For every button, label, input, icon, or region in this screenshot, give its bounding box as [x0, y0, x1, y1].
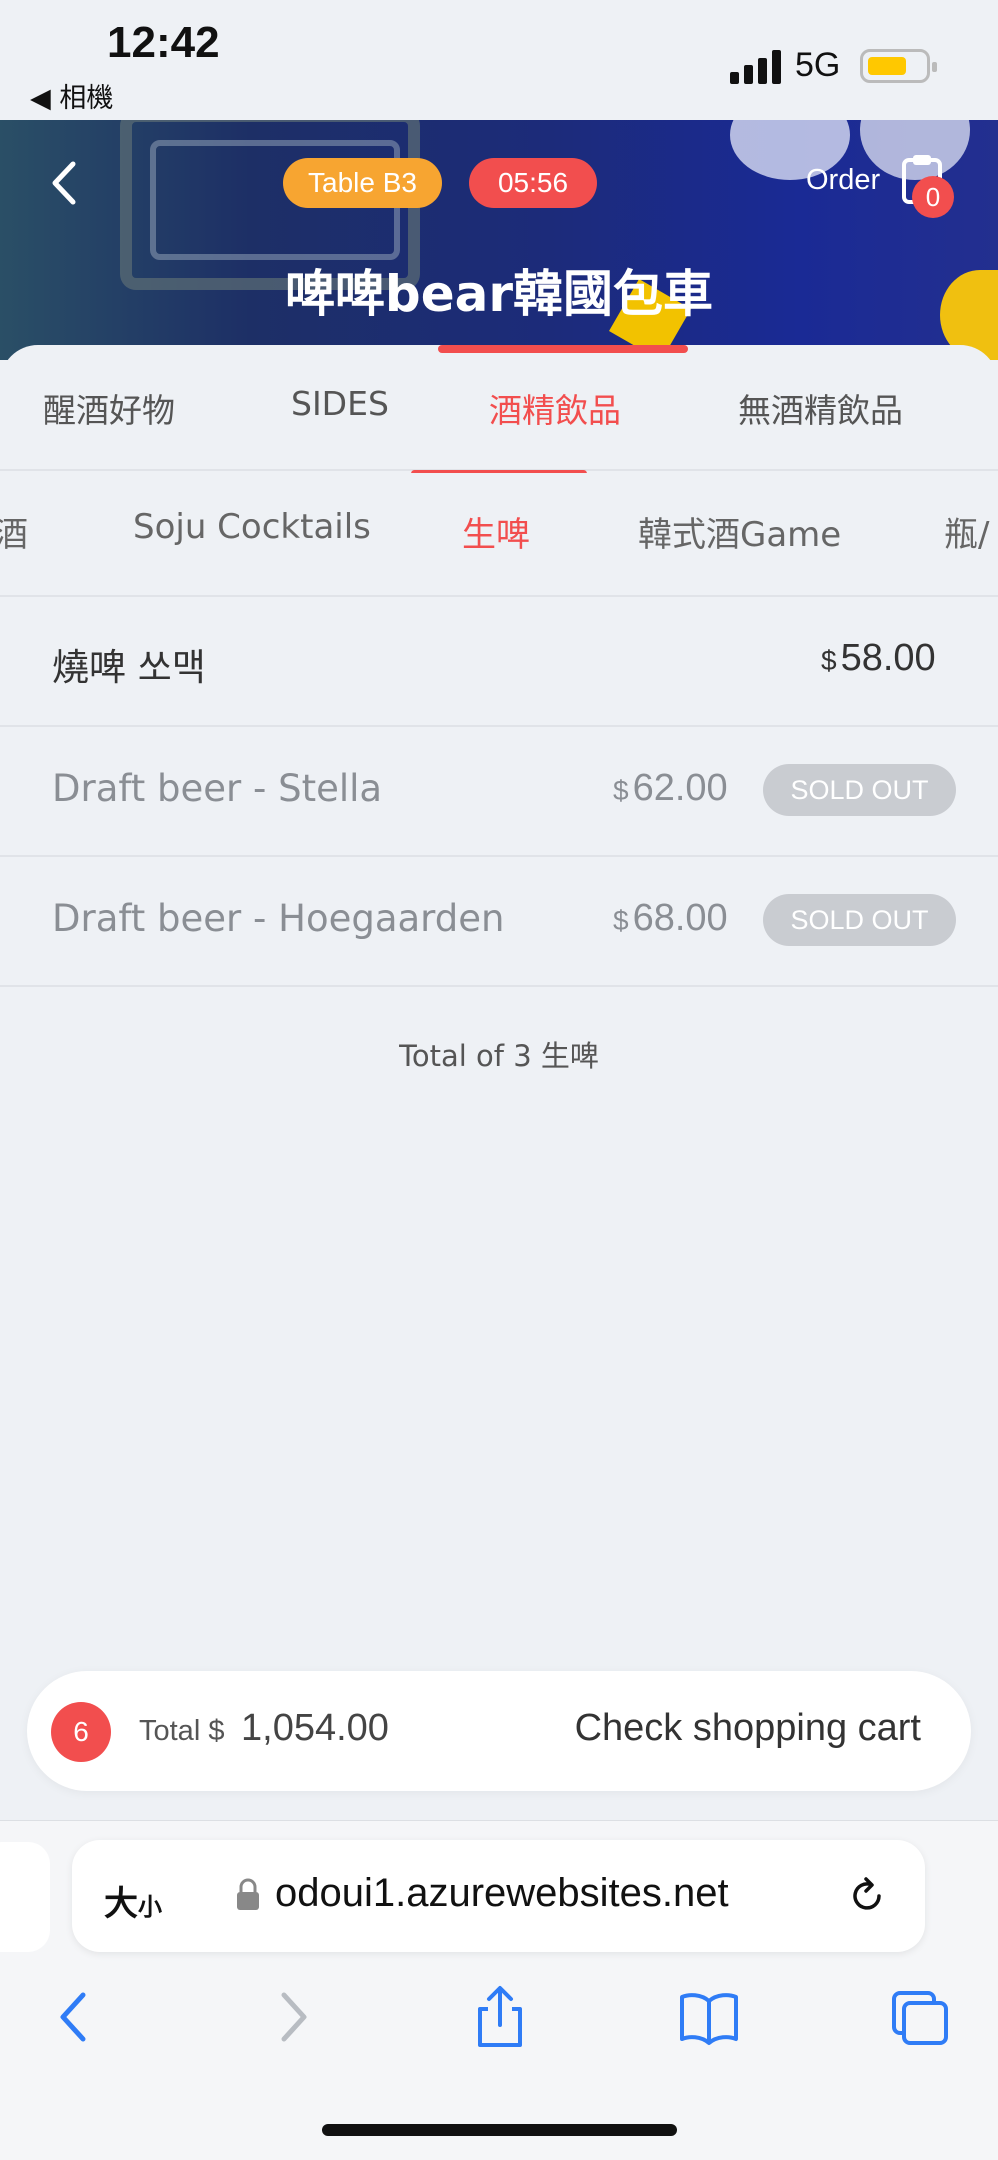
table-badge: Table B3 — [283, 158, 442, 208]
check-cart-button[interactable]: Check shopping cart — [575, 1707, 921, 1750]
status-bar: 12:42 ◀ 相機 5G — [0, 0, 998, 120]
item-name: Draft beer - Stella — [52, 767, 383, 810]
timer-badge: 05:56 — [469, 158, 597, 208]
item-price: $58.00 — [821, 637, 936, 679]
url-text: odoui1.azurewebsites.net — [275, 1871, 729, 1915]
back-to-app-link[interactable]: ◀ 相機 — [30, 76, 113, 115]
subtab-draft-beer[interactable]: 生啤 — [462, 507, 530, 556]
previous-tab-preview[interactable] — [0, 1842, 50, 1952]
tab-non-alcoholic-drinks[interactable]: 無酒精飲品 — [738, 384, 903, 432]
order-count-badge: 0 — [912, 176, 954, 218]
status-time: 12:42 — [107, 18, 220, 67]
tab-alcoholic-drinks[interactable]: 酒精飲品 — [489, 384, 621, 432]
sold-out-badge: SOLD OUT — [763, 764, 956, 816]
item-price: $62.00 — [613, 767, 728, 809]
browser-back-icon[interactable] — [45, 1985, 105, 2049]
subtab-bottle[interactable]: 瓶/ — [944, 507, 989, 556]
signal-icon — [730, 50, 781, 84]
tab-sides[interactable]: SIDES — [291, 384, 389, 423]
item-name: 燒啤 쏘맥 — [52, 646, 206, 689]
text-size-button[interactable]: 大小 — [104, 1876, 162, 1925]
reload-icon[interactable] — [845, 1874, 889, 1918]
subcategory-tabs: 酒 Soju Cocktails 生啤 韓式酒Game 瓶/ — [0, 473, 998, 597]
bookmarks-icon[interactable] — [679, 1985, 739, 2049]
battery-icon — [860, 49, 937, 83]
address-bar[interactable]: 大小 odoui1.azurewebsites.net — [72, 1840, 925, 1952]
list-item[interactable]: 燒啤 쏘맥 $58.00 — [0, 597, 998, 727]
order-button-label[interactable]: Order — [806, 164, 880, 197]
subtab-korean-drinking-game[interactable]: 韓式酒Game — [638, 507, 841, 556]
list-item: Draft beer - Hoegaarden $68.00 SOLD OUT — [0, 857, 998, 987]
list-item: Draft beer - Stella $62.00 SOLD OUT — [0, 727, 998, 857]
tab-hangover[interactable]: 醒酒好物 — [43, 384, 175, 432]
sold-out-badge: SOLD OUT — [763, 894, 956, 946]
header-indicator — [438, 345, 688, 353]
lock-icon — [237, 1878, 259, 1910]
items-total-count: Total of 3 生啤 — [399, 1039, 599, 1073]
item-price: $68.00 — [613, 897, 728, 939]
store-title: 啤啤bear韓國包車 — [284, 265, 714, 323]
subtab-soju-cocktails[interactable]: Soju Cocktails — [133, 507, 371, 547]
store-header: Table B3 05:56 Order 0 啤啤bear韓國包車 — [0, 120, 998, 360]
tabs-icon[interactable] — [890, 1985, 950, 2049]
cart-total-label: Total $ — [139, 1715, 225, 1747]
cart-bar[interactable]: 6 Total $ 1,054.00 Check shopping cart — [27, 1671, 971, 1791]
subtab-wine[interactable]: 酒 — [0, 507, 28, 556]
cart-total-value: 1,054.00 — [241, 1707, 389, 1749]
home-indicator — [322, 2124, 677, 2136]
back-icon[interactable] — [45, 158, 85, 208]
item-name: Draft beer - Hoegaarden — [52, 897, 505, 940]
share-icon[interactable] — [470, 1985, 530, 2049]
cart-count-badge: 6 — [51, 1702, 111, 1762]
network-type: 5G — [795, 46, 841, 84]
browser-forward-icon[interactable] — [262, 1985, 322, 2049]
